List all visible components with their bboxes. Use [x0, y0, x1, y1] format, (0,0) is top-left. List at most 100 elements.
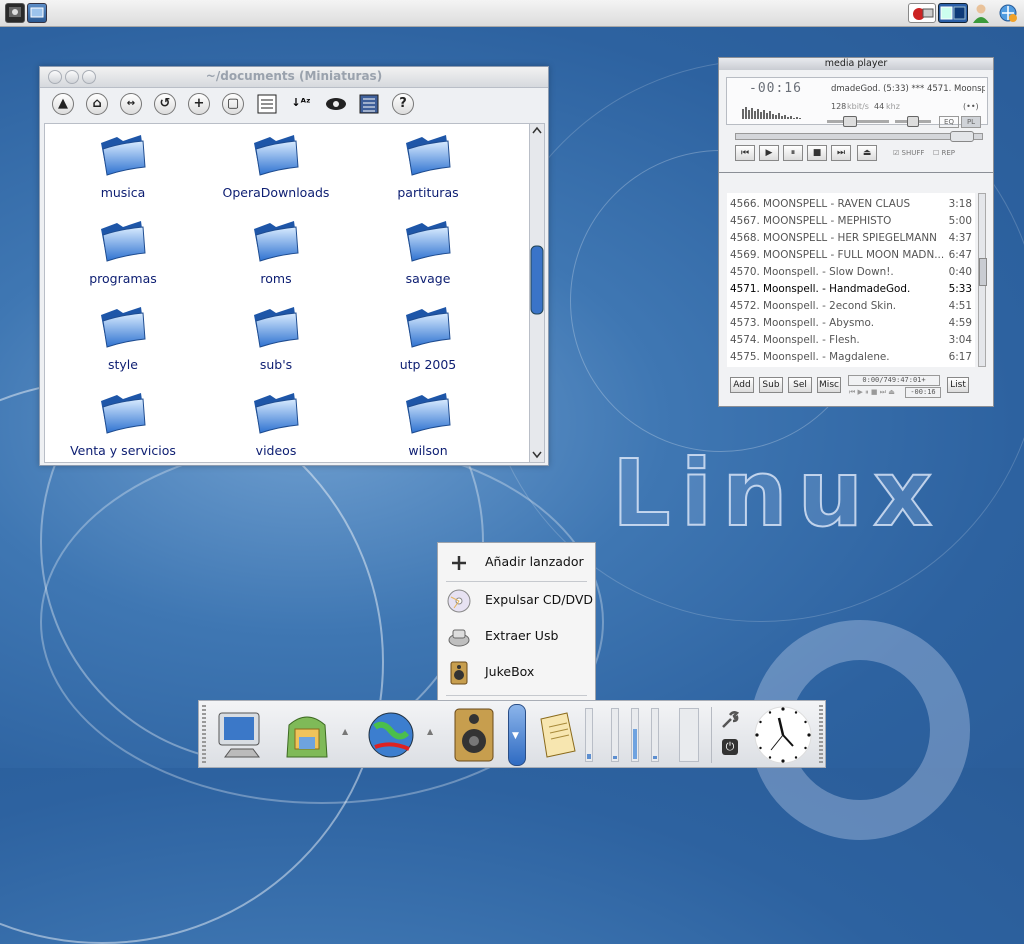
notes-icon[interactable]: [537, 707, 579, 763]
menu-item-extraer-usb[interactable]: Extraer Usb: [438, 622, 595, 652]
panel-handle[interactable]: [819, 705, 823, 763]
media-player-window: media player -00:16 dmadeGod. (5:33) ***…: [718, 57, 994, 174]
reload-icon[interactable]: ↺: [154, 93, 176, 115]
volume-slider[interactable]: [827, 116, 889, 127]
navigate-icon[interactable]: ↔: [120, 93, 142, 115]
menu-item-expulsar-cd[interactable]: Expulsar CD/DVD: [438, 586, 595, 616]
playlist-titlebar[interactable]: [719, 173, 993, 185]
folder-icon: [406, 135, 451, 176]
add-icon[interactable]: +: [188, 93, 210, 115]
folder-item[interactable]: Venta y servicios: [48, 387, 198, 458]
menu-item-jukebox[interactable]: JukeBox: [438, 658, 595, 688]
playlist-row[interactable]: 4569. MOONSPELL - FULL MOON MADN... 6:47: [730, 247, 972, 264]
eq-button[interactable]: EQ: [939, 116, 959, 128]
terminal-icon[interactable]: [5, 3, 25, 23]
wrench-icon[interactable]: [719, 709, 739, 731]
up-icon[interactable]: ▲: [52, 93, 74, 115]
playlist-sub-button[interactable]: Sub: [759, 377, 783, 393]
folder-item[interactable]: musica: [48, 129, 198, 200]
playlist-add-button[interactable]: Add: [730, 377, 754, 393]
stop-button[interactable]: ■: [807, 145, 827, 161]
folder-item[interactable]: partituras: [353, 129, 503, 200]
balance-slider[interactable]: [895, 116, 931, 127]
eject-button[interactable]: ⏏: [857, 145, 877, 161]
playlist-row[interactable]: 4567. MOONSPELL - MEPHISTO 5:00: [730, 213, 972, 230]
window-titlebar[interactable]: ~/documents (Miniaturas): [40, 67, 548, 88]
folder-item[interactable]: style: [48, 301, 198, 372]
track-title: 4574. Moonspell. - Flesh.: [730, 334, 860, 346]
previous-button[interactable]: ⏮: [735, 145, 755, 161]
folder-item[interactable]: OperaDownloads: [201, 129, 351, 200]
backpack-icon[interactable]: [279, 707, 335, 763]
folder-label: programas: [89, 271, 157, 286]
launcher-arrow[interactable]: ▲: [427, 727, 433, 736]
folder-item[interactable]: roms: [201, 215, 351, 286]
details-view-icon[interactable]: [358, 93, 380, 115]
playlist-row[interactable]: 4573. Moonspell. - Abysmo. 4:59: [730, 315, 972, 332]
folder-label: utp 2005: [399, 357, 457, 372]
workspace-switcher-icon[interactable]: [938, 3, 968, 23]
volume-handle-icon[interactable]: ▼: [508, 704, 526, 766]
folder-icon: [254, 307, 299, 348]
track-title: 4575. Moonspell. - Magdalene.: [730, 351, 890, 363]
speaker-icon[interactable]: [449, 707, 499, 763]
bitrate-unit: kbit/s: [847, 102, 869, 111]
playlist-row[interactable]: 4572. Moonspell. - 2econd Skin. 4:51: [730, 298, 972, 315]
folder-item[interactable]: sub's: [201, 301, 351, 372]
playlist-row[interactable]: 4574. Moonspell. - Flesh. 3:04: [730, 332, 972, 349]
folder-icon: [406, 307, 451, 348]
help-icon[interactable]: ?: [392, 93, 414, 115]
playlist-row[interactable]: 4571. Moonspell. - HandmadeGod. 5:33: [730, 281, 972, 298]
shuffle-toggle[interactable]: ☑ SHUFF: [893, 149, 924, 157]
globe-icon[interactable]: [361, 707, 421, 763]
samplerate: 44: [874, 102, 885, 111]
plus-icon: [452, 556, 466, 570]
playlist-row[interactable]: 4575. Moonspell. - Magdalene. 6:17: [730, 349, 972, 366]
playlist-row[interactable]: 4570. Moonspell. - Slow Down!. 0:40: [730, 264, 972, 281]
network-icon[interactable]: [998, 3, 1018, 23]
playlist-scrollbar[interactable]: [978, 193, 987, 367]
track-title: 4571. Moonspell. - HandmadeGod.: [730, 283, 911, 295]
playlist-row[interactable]: 4566. MOONSPELL - RAVEN CLAUS 3:18: [730, 196, 972, 213]
monitor-icon[interactable]: [213, 707, 269, 763]
panel-handle[interactable]: [202, 705, 206, 763]
user-icon[interactable]: [971, 3, 991, 23]
folder-item[interactable]: programas: [48, 215, 198, 286]
playlist-sel-button[interactable]: Sel: [788, 377, 812, 393]
folder-icon: [406, 221, 451, 262]
folder-label: savage: [405, 271, 451, 286]
pl-button[interactable]: PL: [961, 116, 981, 128]
playlist-row[interactable]: 4568. MOONSPELL - HER SPIEGELMANN 4:37: [730, 230, 972, 247]
home-icon[interactable]: ⌂: [86, 93, 108, 115]
folder-label: musica: [100, 185, 146, 200]
launcher-arrow[interactable]: ▲: [342, 727, 348, 736]
folder-item[interactable]: savage: [353, 215, 503, 286]
play-button[interactable]: ▶: [759, 145, 779, 161]
playlist-list-button[interactable]: List: [947, 377, 969, 393]
folder-item[interactable]: wilson: [353, 387, 503, 458]
power-icon[interactable]: ⏻: [722, 739, 738, 755]
seek-bar[interactable]: [735, 131, 983, 142]
list-view-icon[interactable]: [256, 93, 278, 115]
folder-icon: [101, 307, 146, 348]
eye-icon[interactable]: [324, 93, 346, 115]
folder-item[interactable]: videos: [201, 387, 351, 458]
menu-item-label: JukeBox: [485, 664, 535, 679]
folder-item[interactable]: utp 2005: [353, 301, 503, 372]
folder-icon: [406, 393, 451, 434]
playlist-misc-button[interactable]: Misc: [817, 377, 841, 393]
track-title: 4566. MOONSPELL - RAVEN CLAUS: [730, 198, 911, 210]
screen-icon[interactable]: [27, 3, 47, 23]
repeat-toggle[interactable]: ☐ REP: [933, 149, 955, 157]
menu-item-anadir-lanzador[interactable]: Añadir lanzador: [438, 548, 595, 578]
vertical-scrollbar[interactable]: [529, 123, 545, 463]
stop-icon[interactable]: ▢: [222, 93, 244, 115]
playlist-mini-controls[interactable]: ⏮ ▶ ⏸ ■ ⏭ ⏏: [849, 388, 895, 397]
folder-label: roms: [260, 271, 292, 286]
next-button[interactable]: ⏭: [831, 145, 851, 161]
music-icon[interactable]: [908, 3, 936, 23]
menu-separator: [446, 581, 587, 582]
sort-az-icon[interactable]: ↓ᴬᶻ: [290, 93, 312, 115]
pause-button[interactable]: ⏸: [783, 145, 803, 161]
media-player-titlebar[interactable]: media player: [719, 58, 993, 70]
